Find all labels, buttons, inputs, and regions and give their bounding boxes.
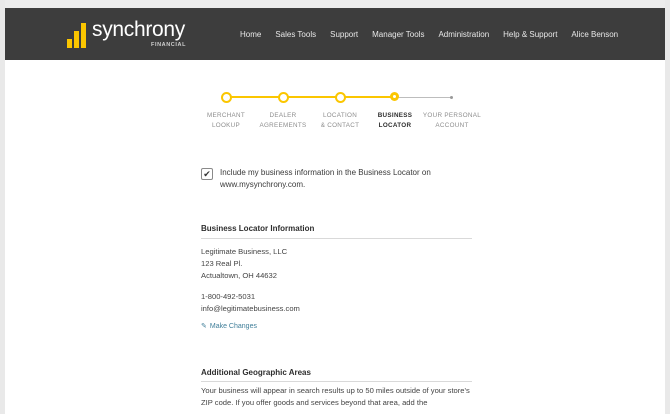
checkmark-icon: ✔	[203, 169, 211, 179]
stepper-progress-line	[226, 96, 396, 98]
nav-user-account[interactable]: Alice Benson	[571, 30, 618, 39]
step-label-line2: LOCATOR	[378, 122, 412, 129]
step-label-line2: ACCOUNT	[435, 122, 469, 129]
include-business-locator-checkbox[interactable]: ✔	[201, 168, 213, 180]
business-name: Legitimate Business, LLC	[201, 247, 288, 256]
step-label-line2: LOOKUP	[211, 122, 241, 129]
business-locator-title: Business Locator Information	[201, 224, 315, 233]
business-street: 123 Real Pl.	[201, 259, 243, 268]
step-label-line2: & CONTACT	[320, 122, 360, 129]
step-dealer-agreements: DEALER AGREEMENTS	[253, 111, 313, 131]
include-business-locator-label[interactable]: Include my business information in the B…	[220, 167, 460, 191]
nav-home[interactable]: Home	[240, 30, 261, 39]
step-label-line1: LOCATION	[322, 112, 358, 119]
step-2-indicator	[278, 92, 289, 103]
business-phone: 1-800-492-5031	[201, 292, 256, 301]
synchrony-logo-icon	[67, 22, 89, 48]
logo-subtext: FINANCIAL	[151, 42, 187, 48]
section-divider	[201, 238, 472, 239]
step-1-indicator	[221, 92, 232, 103]
additional-geographic-areas-title: Additional Geographic Areas	[201, 368, 311, 377]
step-business-locator: BUSINESS LOCATOR	[365, 111, 425, 131]
make-changes-label: Make Changes	[209, 323, 257, 330]
nav-sales-tools[interactable]: Sales Tools	[275, 30, 316, 39]
logo-wordmark: synchrony	[92, 18, 186, 41]
nav-support[interactable]: Support	[330, 30, 358, 39]
stepper-remaining-line	[396, 96, 451, 98]
nav-administration[interactable]: Administration	[438, 30, 489, 39]
progress-stepper: MERCHANT LOOKUP DEALER AGREEMENTS LOCATI…	[196, 88, 496, 148]
make-changes-link[interactable]: ✎ Make Changes	[201, 322, 257, 330]
step-label-line1: MERCHANT	[206, 112, 246, 119]
section-divider	[201, 381, 472, 382]
nav-help-support[interactable]: Help & Support	[503, 30, 557, 39]
step-personal-account: YOUR PERSONAL ACCOUNT	[422, 111, 482, 131]
pencil-icon: ✎	[201, 323, 207, 330]
step-label-line1: BUSINESS	[377, 112, 413, 119]
nav-manager-tools[interactable]: Manager Tools	[372, 30, 424, 39]
top-navigation-bar: synchrony FINANCIAL Home Sales Tools Sup…	[5, 8, 665, 60]
step-3-indicator	[335, 92, 346, 103]
step-label-line2: AGREEMENTS	[259, 122, 307, 129]
business-city-state-zip: Actualtown, OH 44632	[201, 271, 277, 280]
step-5-indicator	[450, 96, 453, 99]
geographic-areas-description: Your business will appear in search resu…	[201, 386, 470, 407]
window-frame-right	[665, 0, 670, 414]
step-4-indicator-current	[390, 92, 399, 101]
business-email: info@legitimatebusiness.com	[201, 304, 300, 313]
window-frame-left	[0, 0, 5, 414]
window-frame-top	[0, 0, 670, 8]
step-label-line1: YOUR PERSONAL	[422, 112, 482, 119]
step-location-contact: LOCATION & CONTACT	[310, 111, 370, 131]
step-merchant-lookup: MERCHANT LOOKUP	[196, 111, 256, 131]
main-nav: Home Sales Tools Support Manager Tools A…	[240, 8, 632, 60]
step-label-line1: DEALER	[269, 112, 297, 119]
